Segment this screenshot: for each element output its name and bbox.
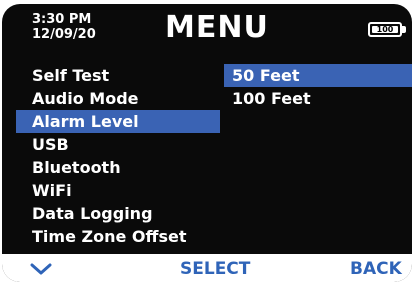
page-title: MENU	[165, 10, 269, 45]
menu-item-usb[interactable]: USB	[16, 133, 220, 156]
device-bezel: 3:30 PM 12/09/20 MENU 100 Self Test Audi…	[2, 4, 412, 282]
option-100-feet[interactable]: 100 Feet	[224, 87, 412, 110]
battery-icon: 100	[368, 22, 402, 37]
menu-item-data-logging[interactable]: Data Logging	[16, 202, 220, 225]
menu-item-self-test[interactable]: Self Test	[16, 64, 220, 87]
battery-tip	[402, 26, 406, 33]
select-button[interactable]: SELECT	[180, 254, 250, 282]
chevron-down-icon	[30, 263, 52, 275]
option-50-feet[interactable]: 50 Feet	[224, 64, 412, 87]
menu-item-alarm-level[interactable]: Alarm Level	[16, 110, 220, 133]
clock-display: 3:30 PM 12/09/20	[32, 12, 96, 42]
back-button[interactable]: BACK	[350, 254, 402, 282]
date-label: 12/09/20	[32, 27, 96, 42]
softkey-bar: SELECT BACK	[2, 254, 412, 282]
menu-item-audio-mode[interactable]: Audio Mode	[16, 87, 220, 110]
down-button[interactable]	[30, 254, 60, 282]
menu-item-bluetooth[interactable]: Bluetooth	[16, 156, 220, 179]
time-label: 3:30 PM	[32, 12, 92, 27]
battery-level-label: 100	[372, 26, 398, 34]
header-bar: 3:30 PM 12/09/20 MENU 100	[2, 4, 412, 58]
menu-item-time-zone-offset[interactable]: Time Zone Offset	[16, 225, 220, 248]
menu-list: Self Test Audio Mode Alarm Level USB Blu…	[16, 64, 220, 250]
display-screen: 3:30 PM 12/09/20 MENU 100 Self Test Audi…	[2, 4, 412, 282]
submenu-list: 50 Feet 100 Feet	[224, 64, 412, 250]
menu-item-wifi[interactable]: WiFi	[16, 179, 220, 202]
